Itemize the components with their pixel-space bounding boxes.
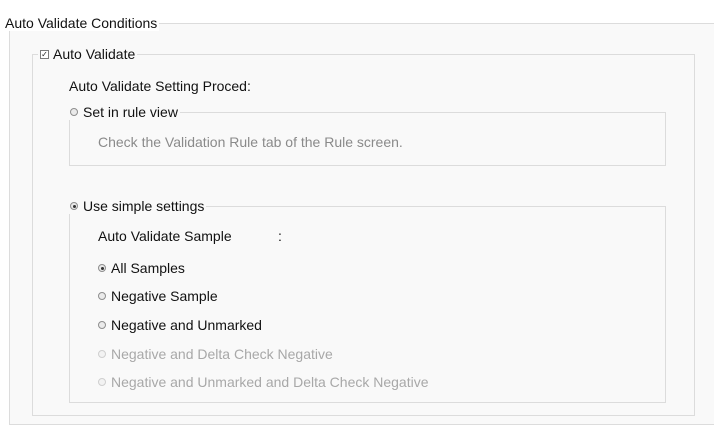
radio-disabled-icon: [98, 350, 106, 359]
rule-view-label: Set in rule view: [83, 104, 178, 120]
radio-selected-icon[interactable]: [98, 264, 106, 273]
radio-unselected-icon[interactable]: [98, 321, 106, 330]
setting-proc-label: Auto Validate Setting Proced:: [69, 78, 251, 94]
option-label: Negative and Unmarked: [111, 317, 262, 333]
option-negative-sample[interactable]: Negative Sample: [98, 288, 218, 304]
checkbox-checked-icon[interactable]: ✓: [40, 49, 49, 59]
option-negative-unmarked[interactable]: Negative and Unmarked: [98, 317, 262, 333]
option-label: Negative and Unmarked and Delta Check Ne…: [111, 374, 429, 390]
option-negative-delta: Negative and Delta Check Negative: [98, 346, 333, 362]
option-negative-unmarked-delta: Negative and Unmarked and Delta Check Ne…: [98, 374, 429, 390]
auto-validate-checkbox[interactable]: ✓ Auto Validate: [38, 46, 138, 62]
rule-view-radio[interactable]: Set in rule view: [68, 104, 180, 120]
option-label: Negative and Delta Check Negative: [111, 346, 333, 362]
sample-colon: :: [278, 228, 282, 244]
option-all-samples[interactable]: All Samples: [98, 260, 185, 276]
radio-selected-icon[interactable]: [70, 202, 78, 211]
radio-disabled-icon: [98, 378, 106, 387]
radio-unselected-icon[interactable]: [98, 292, 106, 301]
sample-label: Auto Validate Sample: [98, 228, 232, 244]
simple-settings-label: Use simple settings: [83, 198, 205, 214]
option-label: All Samples: [111, 260, 185, 276]
auto-validate-conditions-title: Auto Validate Conditions: [3, 15, 160, 31]
auto-validate-label: Auto Validate: [53, 46, 136, 62]
radio-unselected-icon[interactable]: [70, 108, 78, 117]
simple-settings-radio[interactable]: Use simple settings: [68, 198, 207, 214]
option-label: Negative Sample: [111, 288, 218, 304]
rule-view-description: Check the Validation Rule tab of the Rul…: [98, 134, 403, 150]
